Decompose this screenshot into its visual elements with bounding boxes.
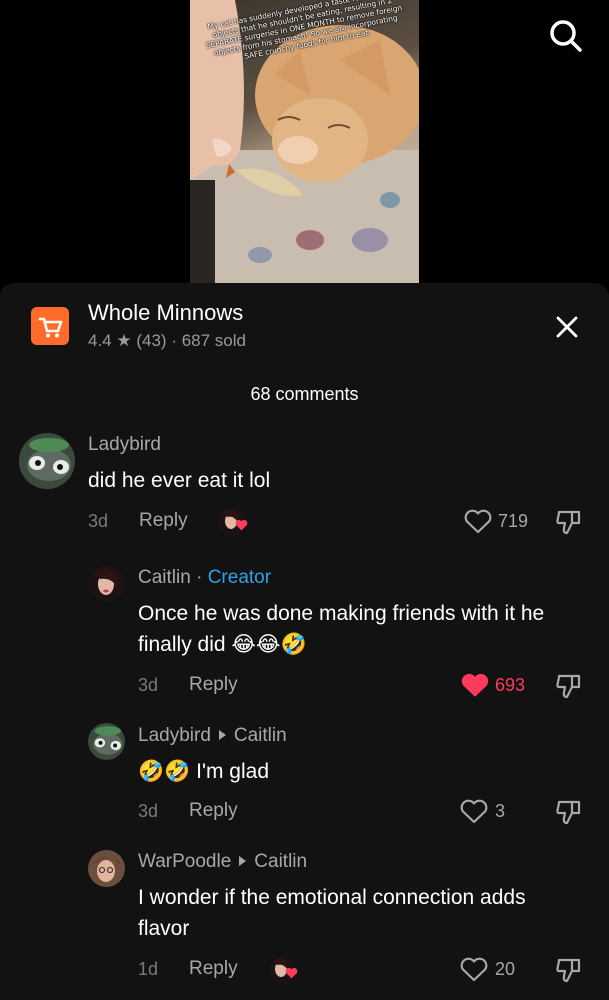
reply-to-arrow-icon	[218, 730, 226, 741]
comment-time: 1d	[138, 959, 159, 979]
product-sold: · 687 sold	[171, 331, 246, 350]
username-separator: ·	[196, 567, 208, 588]
comment-username-text[interactable]: Ladybird	[138, 725, 211, 746]
comment-username[interactable]: Ladybird Caitlin	[138, 725, 287, 747]
comment-text: Once he was done making friends with it …	[138, 602, 545, 656]
heart-icon[interactable]	[460, 957, 488, 982]
reply-button[interactable]: Reply	[189, 958, 238, 980]
heart-icon[interactable]	[460, 672, 490, 699]
video-frame[interactable]: My cat has suddenly developed a taste fo…	[190, 0, 419, 283]
dislike-icon[interactable]	[555, 956, 583, 984]
avatar[interactable]	[88, 723, 125, 760]
reply-to-username[interactable]: Caitlin	[234, 725, 287, 746]
heart-icon[interactable]	[460, 799, 488, 824]
avatar[interactable]	[88, 565, 125, 602]
comment-text: I wonder if the emotional connection add…	[138, 886, 526, 940]
star-icon: ★	[116, 331, 132, 350]
comment-username[interactable]: Ladybird	[88, 434, 161, 456]
close-icon[interactable]	[553, 313, 581, 341]
comments-count: 68 comments	[250, 384, 359, 404]
reply-button[interactable]: Reply	[189, 800, 238, 822]
shopping-cart-icon[interactable]	[31, 307, 69, 345]
reply-button[interactable]: Reply	[139, 510, 188, 532]
comment-time: 3d	[138, 675, 159, 695]
heart-icon	[235, 519, 248, 531]
comment-time: 3d	[138, 801, 159, 821]
comment-username-text[interactable]: WarPoodle	[138, 851, 231, 872]
dislike-icon[interactable]	[555, 672, 583, 700]
like-count: 3	[495, 801, 506, 821]
search-icon[interactable]	[546, 16, 586, 56]
heart-icon[interactable]	[464, 509, 492, 534]
dislike-icon[interactable]	[555, 798, 583, 826]
comment-time: 3d	[88, 511, 109, 531]
dislike-icon[interactable]	[555, 508, 583, 536]
reply-button[interactable]: Reply	[189, 674, 238, 696]
comment-username-text[interactable]: Caitlin	[138, 567, 191, 588]
product-title[interactable]: Whole Minnows	[88, 300, 243, 326]
reply-to-username[interactable]: Caitlin	[254, 851, 307, 872]
avatar[interactable]	[19, 433, 75, 489]
reply-to-arrow-icon	[239, 856, 247, 867]
like-count: 693	[495, 675, 526, 695]
comment-username[interactable]: Caitlin · Creator	[138, 567, 271, 589]
video-area[interactable]: My cat has suddenly developed a taste fo…	[0, 0, 609, 283]
comment-text: did he ever eat it lol	[88, 469, 271, 492]
comment-username[interactable]: WarPoodle Caitlin	[138, 851, 307, 873]
heart-icon	[285, 967, 298, 979]
avatar[interactable]	[88, 850, 125, 887]
product-rating: 4.4	[88, 331, 112, 350]
like-count: 719	[498, 511, 529, 531]
like-count: 20	[495, 959, 516, 979]
product-meta: 4.4 ★ (43) · 687 sold	[88, 331, 246, 351]
product-reviews: (43)	[136, 331, 167, 350]
comment-text: 🤣🤣 I'm glad	[138, 760, 270, 783]
creator-badge: Creator	[207, 567, 272, 588]
